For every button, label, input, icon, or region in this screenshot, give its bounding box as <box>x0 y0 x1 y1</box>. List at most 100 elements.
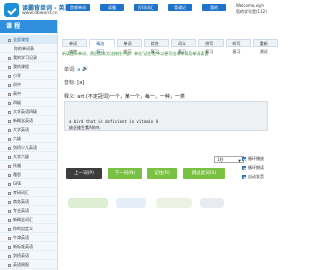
expand-box-icon <box>8 110 11 114</box>
expand-box-icon <box>8 173 11 177</box>
nav-button-5[interactable]: 我的 <box>202 4 226 11</box>
nav-button-3[interactable]: 打印词汇 <box>134 4 158 11</box>
sidebar-item-label: 英语周报 <box>13 262 29 267</box>
sidebar-item[interactable]: 大学英语四级 <box>0 107 57 116</box>
sidebar-item[interactable]: 专业英语 <box>0 206 57 215</box>
sidebar-item[interactable]: 我的课程 <box>0 62 57 71</box>
sidebar-item[interactable]: 新概念词汇 <box>0 215 57 224</box>
tab-2[interactable]: 单词学习 <box>116 39 142 54</box>
notice-text: 听读提示单词，然后用本方法按住不放！单击'记住'后中以便写出本单词及单词读音 <box>62 51 209 56</box>
sidebar-item-label: 小学 <box>13 73 21 78</box>
speaker-icon[interactable]: 🔊 <box>82 67 88 72</box>
skip-word-button[interactable]: 跳过此词(S) <box>183 168 225 179</box>
tab-4[interactable]: 词义复习 <box>171 39 197 54</box>
footer-blur-block <box>116 198 146 208</box>
phonetic-label: 音标: <box>64 80 76 86</box>
sidebar-item-label: 商务英语 <box>13 199 29 204</box>
expand-box-icon <box>8 146 11 150</box>
sidebar-item-label: 考研词汇 <box>13 190 29 195</box>
tab-5[interactable]: 拼写复习 <box>198 39 224 54</box>
sidebar-item[interactable]: GRE <box>0 179 57 188</box>
sidebar-item[interactable]: 小学 <box>0 71 57 80</box>
sidebar: 课 程 全部课程 你的单词表 我的学习记录 我的课程 小学 初中 高中 四级 大学英语四级 新概念… <box>0 20 58 270</box>
tab-1[interactable]: 精选复习 <box>89 39 115 54</box>
sidebar-item[interactable]: 商务英语 <box>0 197 57 206</box>
tab-3[interactable]: 综合复习 <box>143 39 169 54</box>
prev-word-button[interactable]: 上一词(P) <box>66 168 102 179</box>
expand-box-icon <box>8 245 11 249</box>
nav-button-2[interactable]: 读霸 <box>100 4 124 11</box>
footer-blur-block <box>156 198 192 208</box>
checkbox-auto-sound[interactable]: 自动发音 <box>242 174 264 180</box>
sidebar-item[interactable]: 考研词汇 <box>0 188 57 197</box>
expand-box-icon <box>8 74 11 78</box>
sidebar-item-label: 新概念词汇 <box>13 217 33 222</box>
sidebar-item-label: 大学英语 <box>13 127 29 132</box>
sidebar-list: 全部课程你的单词表 我的学习记录我的课程小学初中高中四级大学英语四级新概念英语大学… <box>0 33 57 270</box>
tab-0[interactable]: 单词浏览 <box>62 39 88 54</box>
sidebar-item[interactable]: 新概念英语 <box>0 116 57 125</box>
sidebar-item-label: GRE <box>13 181 22 186</box>
sidebar-item[interactable]: 雅思 <box>0 170 57 179</box>
expand-box-icon <box>8 101 11 105</box>
sidebar-item-label: 四级 <box>13 100 21 105</box>
sidebar-item-label: 你的自定义 <box>13 226 33 231</box>
expand-box-icon <box>8 38 11 42</box>
checkbox-loop-play[interactable]: 循环播放 <box>242 156 264 162</box>
sidebar-item[interactable]: 高中 <box>0 89 57 98</box>
expand-box-icon <box>8 128 11 132</box>
expand-box-icon <box>8 218 11 222</box>
sidebar-item[interactable]: 初中 <box>0 80 57 89</box>
checkbox-icon <box>242 166 246 170</box>
sidebar-item-label: 专业英语 <box>13 208 29 213</box>
sidebar-item[interactable]: 剑桥少儿英语 <box>0 143 57 152</box>
sidebar-item[interactable]: 英语周报 <box>0 260 57 269</box>
checkbox-loop-read[interactable]: 循环朗读 <box>242 165 264 171</box>
sidebar-item[interactable]: 四级 <box>0 98 57 107</box>
sidebar-item[interactable]: 我的学习记录 <box>0 53 57 62</box>
meaning-row: 释义: art.(不定冠词)一个，某一个，每一，一种，一类 <box>64 93 185 100</box>
sidebar-item-label: 初中 <box>13 82 21 87</box>
sidebar-item[interactable]: 你的自定义 <box>0 224 57 233</box>
expand-box-icon <box>8 236 11 240</box>
sidebar-item[interactable]: 大学六级 <box>0 152 57 161</box>
nav-button-4[interactable]: 背诵记 <box>168 4 192 11</box>
app-url: www.dbword.cn <box>22 11 58 16</box>
word-value: a <box>77 67 81 73</box>
word-label: 单词: <box>64 67 76 73</box>
next-word-button[interactable]: 下一词(N) <box>108 168 142 179</box>
sidebar-item-label: 全部课程 <box>13 37 29 42</box>
sidebar-item-label: 我的课程 <box>13 64 29 69</box>
sidebar-item[interactable]: 你的单词表 <box>0 44 57 53</box>
sidebar-item-label: 剑桥英语 <box>13 253 29 258</box>
sidebar-item[interactable]: 大学英语 <box>0 125 57 134</box>
sidebar-item[interactable]: 六级 <box>0 134 57 143</box>
expand-box-icon <box>8 200 11 204</box>
sidebar-item[interactable]: 剑桥英语 <box>0 251 57 260</box>
chevron-down-icon: ▼ <box>238 159 241 163</box>
tab-bar: 单词浏览 精选复习 单词学习 综合复习 词义复习 拼写复习 听写复习 重新测试 <box>62 39 280 54</box>
sidebar-item[interactable]: 全部课程 <box>0 35 57 44</box>
tab-6[interactable]: 听写复习 <box>225 39 251 54</box>
sidebar-item[interactable]: 新标准英语 <box>0 242 57 251</box>
expand-box-icon <box>8 191 11 195</box>
expand-box-icon <box>8 209 11 213</box>
checkbox-icon <box>242 175 246 179</box>
expand-box-icon <box>8 92 11 96</box>
interval-select[interactable]: 1秒 ▼ <box>214 156 244 163</box>
expand-box-icon <box>8 263 11 267</box>
nav-button-1[interactable]: 首频单词 <box>66 4 90 11</box>
sidebar-item-label: 大学六级 <box>13 154 29 159</box>
sidebar-item-label: 大学英语四级 <box>13 109 37 114</box>
remember-button[interactable]: 记住(R) <box>147 168 177 179</box>
expand-box-icon <box>8 227 11 231</box>
expand-box-icon <box>8 182 11 186</box>
sidebar-item[interactable]: 托福 <box>0 161 57 170</box>
phonetic-row: 音标: [ə] <box>64 79 84 86</box>
example-box: a bird that is deficient in vitamin A 缺乏… <box>64 101 268 131</box>
logo-icon <box>4 3 19 17</box>
sidebar-item[interactable]: 牛津英语 <box>0 233 57 242</box>
tab-7[interactable]: 重新测试 <box>252 39 278 54</box>
sidebar-item-label: 高中 <box>13 91 21 96</box>
main-content: 单词浏览 精选复习 单词学习 综合复习 词义复习 拼写复习 听写复习 重新测试 听读提示单词，… <box>58 20 280 270</box>
